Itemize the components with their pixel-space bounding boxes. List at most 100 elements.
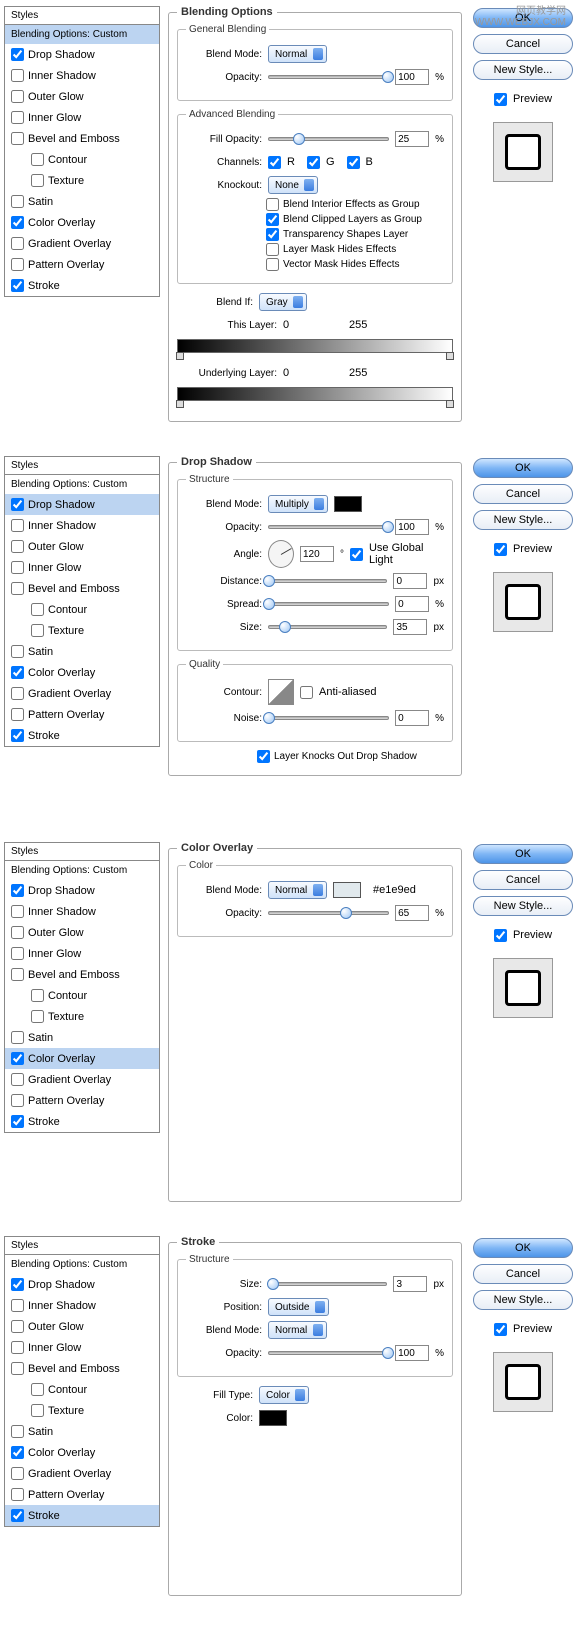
value-input[interactable] [393, 573, 427, 589]
cancel-button[interactable]: Cancel [473, 1264, 573, 1284]
new-style-button[interactable]: New Style... [473, 60, 573, 80]
blend-mode-select[interactable]: Normal [268, 45, 327, 63]
style-item-stroke[interactable]: Stroke [5, 1505, 159, 1526]
style-item-outer-glow[interactable]: Outer Glow [5, 536, 159, 557]
style-checkbox[interactable] [11, 1031, 24, 1044]
style-checkbox[interactable] [31, 1010, 44, 1023]
slider[interactable] [268, 625, 387, 629]
style-item-texture[interactable]: Texture [5, 1006, 159, 1027]
stroke-color-swatch[interactable] [259, 1410, 287, 1426]
style-checkbox[interactable] [11, 1115, 24, 1128]
style-checkbox[interactable] [31, 1404, 44, 1417]
value-input[interactable] [395, 596, 429, 612]
slider-thumb[interactable] [263, 598, 275, 610]
style-item-pattern-overlay[interactable]: Pattern Overlay [5, 704, 159, 725]
slider[interactable] [268, 716, 389, 720]
style-checkbox[interactable] [11, 687, 24, 700]
layer-knocks-row[interactable]: Layer Knocks Out Drop Shadow [257, 750, 453, 763]
slider-thumb[interactable] [263, 575, 275, 587]
style-checkbox[interactable] [11, 1073, 24, 1086]
this-layer-gradient[interactable] [177, 339, 453, 353]
style-item-inner-shadow[interactable]: Inner Shadow [5, 1295, 159, 1316]
preview-toggle[interactable]: Preview [494, 89, 552, 109]
anti-aliased-checkbox[interactable] [300, 686, 313, 699]
blend-mode-select[interactable]: Normal [268, 881, 327, 899]
style-checkbox[interactable] [31, 989, 44, 1002]
style-item-color-overlay[interactable]: Color Overlay [5, 1442, 159, 1463]
style-checkbox[interactable] [11, 1509, 24, 1522]
preview-checkbox[interactable] [494, 1323, 507, 1336]
style-item-satin[interactable]: Satin [5, 1421, 159, 1442]
style-item-outer-glow[interactable]: Outer Glow [5, 1316, 159, 1337]
style-item-stroke[interactable]: Stroke [5, 275, 159, 296]
style-item-gradient-overlay[interactable]: Gradient Overlay [5, 683, 159, 704]
style-checkbox[interactable] [11, 540, 24, 553]
style-item-contour[interactable]: Contour [5, 599, 159, 620]
preview-checkbox[interactable] [494, 543, 507, 556]
new-style-button[interactable]: New Style... [473, 510, 573, 530]
style-checkbox[interactable] [11, 666, 24, 679]
style-item-color-overlay[interactable]: Color Overlay [5, 662, 159, 683]
style-item-inner-shadow[interactable]: Inner Shadow [5, 65, 159, 86]
style-item-color-overlay[interactable]: Color Overlay [5, 1048, 159, 1069]
position-select[interactable]: Outside [268, 1298, 329, 1316]
style-checkbox[interactable] [11, 729, 24, 742]
style-checkbox[interactable] [11, 1341, 24, 1354]
value-input[interactable] [393, 619, 427, 635]
style-checkbox[interactable] [11, 279, 24, 292]
style-item-gradient-overlay[interactable]: Gradient Overlay [5, 233, 159, 254]
slider-thumb[interactable] [382, 521, 394, 533]
style-checkbox[interactable] [11, 884, 24, 897]
blending-options-header[interactable]: Blending Options: Custom [5, 475, 159, 494]
style-checkbox[interactable] [11, 582, 24, 595]
style-item-pattern-overlay[interactable]: Pattern Overlay [5, 254, 159, 275]
style-checkbox[interactable] [11, 926, 24, 939]
style-checkbox[interactable] [11, 905, 24, 918]
style-item-contour[interactable]: Contour [5, 985, 159, 1006]
angle-dial[interactable] [268, 540, 294, 568]
ok-button[interactable]: OK [473, 844, 573, 864]
adv-check[interactable]: Blend Interior Effects as Group [266, 198, 444, 211]
style-checkbox[interactable] [11, 968, 24, 981]
adv-check[interactable]: Transparency Shapes Layer [266, 228, 444, 241]
value-input[interactable] [395, 905, 429, 921]
fill-type-select[interactable]: Color [259, 1386, 309, 1404]
style-item-inner-shadow[interactable]: Inner Shadow [5, 515, 159, 536]
style-item-stroke[interactable]: Stroke [5, 1111, 159, 1132]
blending-options-header[interactable]: Blending Options: Custom [5, 25, 159, 44]
style-checkbox[interactable] [11, 1094, 24, 1107]
shadow-color-swatch[interactable] [334, 496, 362, 512]
slider[interactable] [268, 1351, 389, 1355]
style-checkbox[interactable] [11, 645, 24, 658]
style-checkbox[interactable] [11, 111, 24, 124]
slider-thumb[interactable] [267, 1278, 279, 1290]
ok-button[interactable]: OK [473, 1238, 573, 1258]
style-checkbox[interactable] [31, 624, 44, 637]
style-item-inner-glow[interactable]: Inner Glow [5, 107, 159, 128]
slider-thumb[interactable] [340, 907, 352, 919]
style-item-drop-shadow[interactable]: Drop Shadow [5, 1274, 159, 1295]
style-item-bevel-and-emboss[interactable]: Bevel and Emboss [5, 964, 159, 985]
style-checkbox[interactable] [11, 1425, 24, 1438]
style-checkbox[interactable] [11, 1362, 24, 1375]
style-item-gradient-overlay[interactable]: Gradient Overlay [5, 1463, 159, 1484]
style-item-outer-glow[interactable]: Outer Glow [5, 86, 159, 107]
style-checkbox[interactable] [11, 216, 24, 229]
style-checkbox[interactable] [11, 258, 24, 271]
value-input[interactable] [395, 69, 429, 85]
use-global-light-checkbox[interactable] [350, 548, 363, 561]
underlying-layer-gradient[interactable] [177, 387, 453, 401]
slider-thumb[interactable] [279, 621, 291, 633]
channel-b-checkbox[interactable] [347, 156, 360, 169]
overlay-color-swatch[interactable] [333, 882, 361, 898]
style-item-satin[interactable]: Satin [5, 641, 159, 662]
style-item-texture[interactable]: Texture [5, 1400, 159, 1421]
style-checkbox[interactable] [11, 48, 24, 61]
style-item-inner-shadow[interactable]: Inner Shadow [5, 901, 159, 922]
slider[interactable] [268, 137, 389, 141]
preview-toggle[interactable]: Preview [494, 1319, 552, 1339]
contour-picker[interactable] [268, 679, 294, 705]
style-item-contour[interactable]: Contour [5, 149, 159, 170]
adv-check[interactable]: Blend Clipped Layers as Group [266, 213, 444, 226]
style-checkbox[interactable] [31, 174, 44, 187]
